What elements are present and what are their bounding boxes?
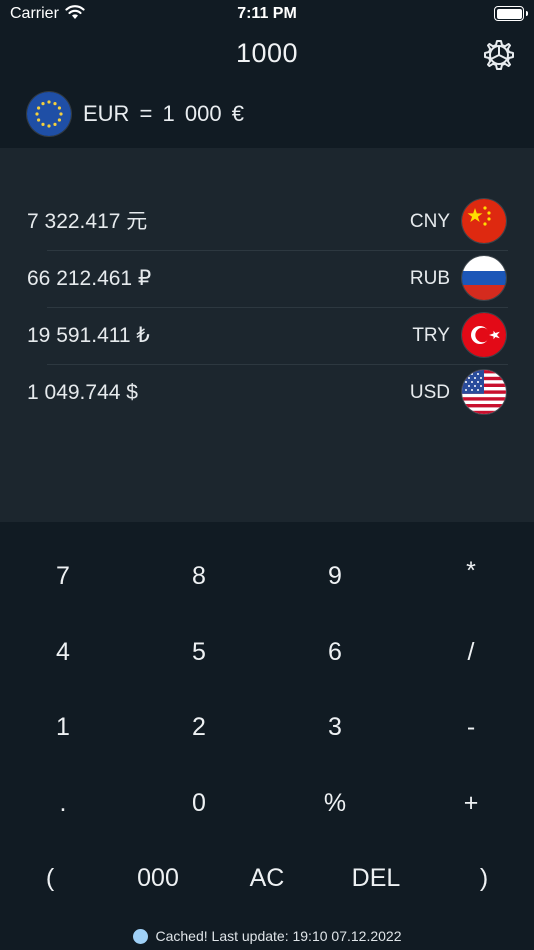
rate-row-cny[interactable]: 7 322.417 元 CNY [0, 193, 534, 250]
eu-flag-icon [27, 92, 71, 136]
rate-value: 7 322.417 元 [27, 210, 148, 233]
rates-list: 7 322.417 元 CNY 66 212.461 ₽ RUB 19 591.… [0, 148, 534, 522]
rate-code: RUB [409, 268, 450, 289]
usa-flag-icon [462, 370, 506, 414]
key-all-clear[interactable]: AC [207, 848, 327, 908]
battery-icon [494, 6, 528, 21]
key-minus[interactable]: - [411, 697, 531, 757]
input-amount: 1000 [235, 38, 299, 68]
rate-row-usd[interactable]: 1 049.744 $ USD [0, 364, 534, 421]
key-close-paren[interactable]: ) [424, 848, 534, 908]
cache-status: Cached! Last update: 19:10 07.12.2022 [0, 928, 534, 944]
key-9[interactable]: 9 [275, 546, 395, 606]
key-8[interactable]: 8 [139, 546, 259, 606]
key-plus[interactable]: + [411, 773, 531, 833]
turkey-flag-icon [462, 313, 506, 357]
key-divide[interactable]: / [411, 622, 531, 682]
key-triple-zero[interactable]: 000 [98, 848, 218, 908]
base-currency-row[interactable]: EUR = 1 000 € [27, 92, 244, 136]
key-1[interactable]: 1 [3, 697, 123, 757]
status-time: 7:11 PM [237, 5, 297, 22]
key-2[interactable]: 2 [139, 697, 259, 757]
key-0[interactable]: 0 [139, 773, 259, 833]
rate-code: USD [409, 382, 450, 403]
china-flag-icon [462, 199, 506, 243]
key-percent[interactable]: % [275, 773, 395, 833]
key-open-paren[interactable]: ( [0, 848, 110, 908]
base-currency-label: EUR = 1 000 € [83, 101, 244, 126]
key-multiply[interactable]: * [411, 541, 531, 601]
rate-value: 19 591.411 ₺ [27, 324, 150, 347]
status-dot-icon [132, 929, 148, 944]
rate-row-rub[interactable]: 66 212.461 ₽ RUB [0, 250, 534, 307]
rate-value: 1 049.744 $ [27, 381, 138, 404]
key-5[interactable]: 5 [139, 622, 259, 682]
cache-status-text: Cached! Last update: 19:10 07.12.2022 [155, 928, 402, 944]
rate-row-try[interactable]: 19 591.411 ₺ TRY [0, 307, 534, 364]
key-delete[interactable]: DEL [316, 848, 436, 908]
rate-code: TRY [412, 325, 450, 346]
key-decimal[interactable]: . [3, 773, 123, 833]
status-bar: Carrier 7:11 PM [0, 0, 534, 30]
key-7[interactable]: 7 [3, 546, 123, 606]
key-6[interactable]: 6 [275, 622, 395, 682]
rate-code: CNY [409, 211, 450, 232]
settings-gear-icon[interactable] [482, 38, 516, 72]
rate-value: 66 212.461 ₽ [27, 267, 152, 290]
key-4[interactable]: 4 [3, 622, 123, 682]
key-3[interactable]: 3 [275, 697, 395, 757]
russia-flag-icon [462, 256, 506, 300]
